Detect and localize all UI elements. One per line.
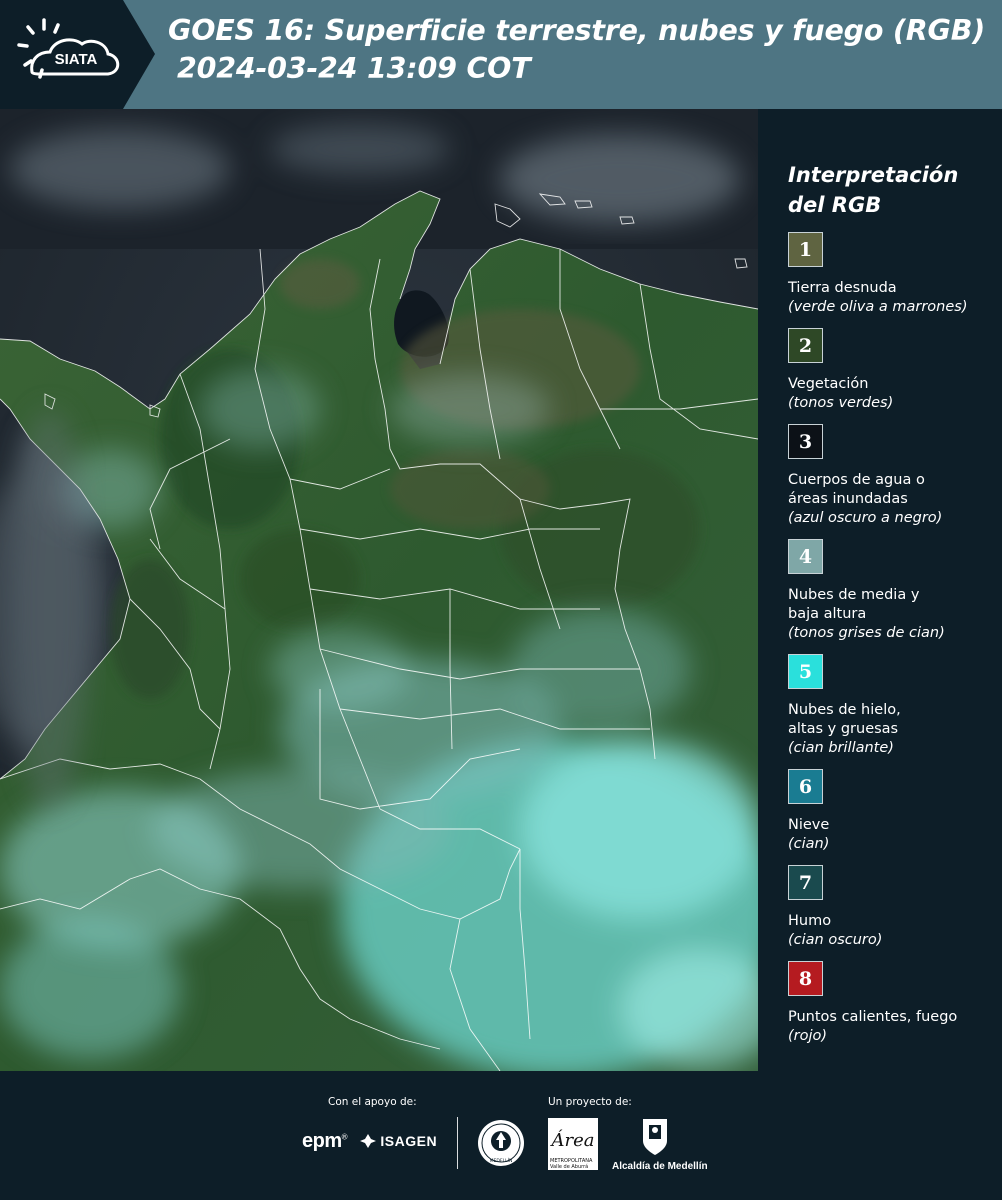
- legend-item: 3 Cuerpos de agua o áreas inundadas (azul o…: [788, 424, 998, 528]
- legend-swatch: 7: [788, 865, 823, 900]
- legend-title-line2: del RGB: [788, 193, 882, 217]
- legend-label-cont: baja altura: [788, 606, 867, 622]
- legend-swatch: 4: [788, 539, 823, 574]
- isagen-text: ISAGEN: [380, 1133, 438, 1149]
- alcaldia-shield-icon: [643, 1119, 667, 1155]
- legend-item: 4 Nubes de media y baja altura (tonos grise…: [788, 539, 998, 643]
- legend-label: Nubes de hielo,: [788, 702, 901, 718]
- footer: Con el apoyo de: Un proyecto de: epm® IS…: [0, 1071, 1002, 1200]
- siata-logo-icon: SIATA: [0, 0, 155, 109]
- rgb-composite-image: [0, 109, 758, 1071]
- area-line3: Valle de Aburrá: [550, 1164, 589, 1170]
- legend-label: Nieve: [788, 817, 830, 833]
- legend-label: Tierra desnuda: [788, 280, 897, 296]
- legend-label: Puntos calientes, fuego: [788, 1009, 958, 1025]
- legend-label: Humo: [788, 913, 832, 929]
- legend-label-cont: altas y gruesas: [788, 721, 899, 737]
- legend-sublabel: (tonos verdes): [788, 395, 894, 411]
- svg-text:Área: Área: [550, 1128, 595, 1151]
- legend-title: Interpretación del RGB: [788, 160, 998, 220]
- legend-title-line1: Interpretación: [788, 163, 959, 187]
- legend-sublabel: (cian): [788, 836, 830, 852]
- legend-swatch: 1: [788, 232, 823, 267]
- epm-text: epm: [302, 1130, 342, 1152]
- legend-label: Vegetación: [788, 376, 869, 392]
- page-timestamp: 2024-03-24 13:09 COT: [177, 52, 531, 85]
- legend-swatch: 6: [788, 769, 823, 804]
- legend-sublabel: (cian oscuro): [788, 932, 883, 948]
- legend-item: 1 Tierra desnuda (verde oliva a marrones): [788, 232, 998, 317]
- legend-sublabel: (tonos grises de cian): [788, 625, 945, 641]
- area-metropolitana-text: METROPOLITANA Valle de Aburrá: [550, 1158, 592, 1170]
- rgb-legend: Interpretación del RGB 1 Tierra desnuda (v…: [788, 160, 998, 1057]
- alcaldia-medellin-text: Alcaldía de Medellín: [612, 1161, 708, 1172]
- legend-label: Cuerpos de agua o: [788, 472, 925, 488]
- isagen-logo: ISAGEN: [360, 1133, 437, 1149]
- area-metropolitana-icon: Área: [550, 1128, 595, 1151]
- legend-item: 2 Vegetación (tonos verdes): [788, 328, 998, 413]
- epm-logo: epm®: [302, 1130, 348, 1152]
- legend-swatch: 8: [788, 961, 823, 996]
- support-label: Con el apoyo de:: [328, 1096, 417, 1108]
- title-block: GOES 16: Superficie terrestre, nubes y f…: [168, 12, 998, 88]
- legend-swatch: 2: [788, 328, 823, 363]
- legend-sublabel: (verde oliva a marrones): [788, 299, 968, 315]
- header: SIATA GOES 16: Superficie terrestre, nub…: [0, 0, 1002, 109]
- legend-item: 5 Nubes de hielo, altas y gruesas (cian bri…: [788, 654, 998, 758]
- svg-text:SIATA: SIATA: [55, 51, 98, 68]
- university-seal-icon: MEDELLÍN: [478, 1120, 524, 1166]
- legend-item: 7 Humo (cian oscuro): [788, 865, 998, 950]
- isagen-icon: [360, 1134, 376, 1148]
- legend-swatch: 5: [788, 654, 823, 689]
- legend-item: 8 Puntos calientes, fuego (rojo): [788, 961, 998, 1046]
- legend-sublabel: (azul oscuro a negro): [788, 510, 943, 526]
- legend-item: 6 Nieve (cian): [788, 769, 998, 854]
- siata-logo: SIATA: [0, 0, 155, 109]
- legend-label: Nubes de media y: [788, 587, 920, 603]
- satellite-map[interactable]: [0, 109, 758, 1071]
- legend-swatch: 3: [788, 424, 823, 459]
- legend-sublabel: (cian brillante): [788, 740, 894, 756]
- legend-sublabel: (rojo): [788, 1028, 828, 1044]
- legend-label-cont: áreas inundadas: [788, 491, 908, 507]
- footer-divider: [457, 1117, 458, 1169]
- project-label: Un proyecto de:: [548, 1096, 632, 1108]
- svg-text:MEDELLÍN: MEDELLÍN: [490, 1157, 513, 1164]
- page-title: GOES 16: Superficie terrestre, nubes y f…: [168, 14, 986, 47]
